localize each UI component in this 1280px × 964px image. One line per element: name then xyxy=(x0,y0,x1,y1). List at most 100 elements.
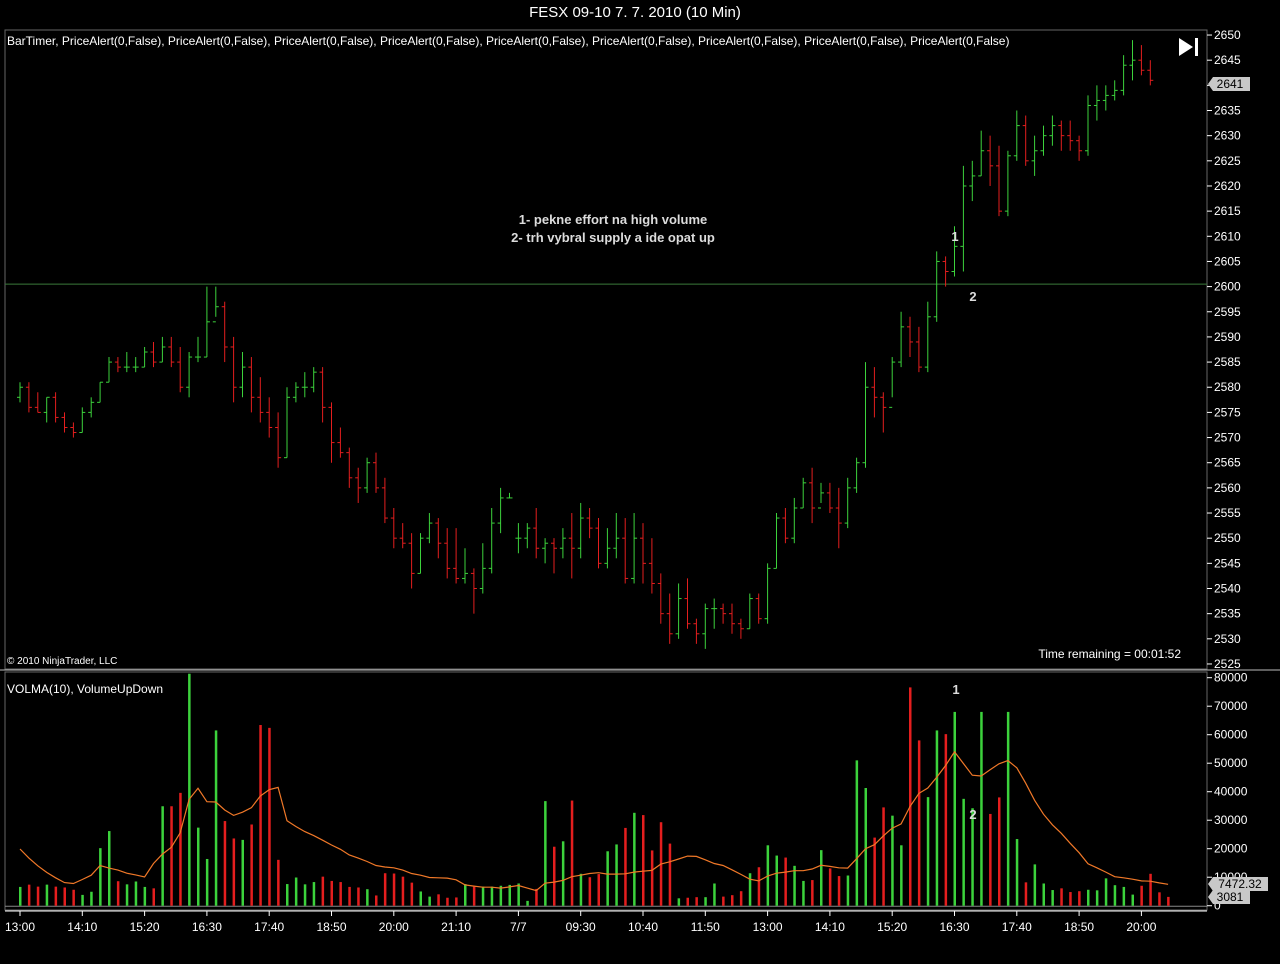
volume-bar xyxy=(855,760,859,906)
volume-tick-label: 70000 xyxy=(1214,699,1248,713)
volume-bar xyxy=(606,851,609,906)
volume-bar xyxy=(588,877,592,906)
time-remaining-label: Time remaining = 00:01:52 xyxy=(1038,647,1181,661)
volume-bar xyxy=(410,882,414,906)
price-tick-label: 2600 xyxy=(1214,280,1241,294)
volume-bar xyxy=(633,812,636,906)
volume-bar xyxy=(917,740,921,906)
volume-bar xyxy=(294,877,298,906)
indicators-label: BarTimer, PriceAlert(0,False), PriceAler… xyxy=(7,34,1009,48)
volume-bar xyxy=(499,885,503,906)
volume-bar xyxy=(1158,892,1161,906)
volume-bar xyxy=(668,843,672,906)
volume-bar xyxy=(1024,882,1028,906)
volume-panel[interactable]: 0100002000030000400005000060000700008000… xyxy=(4,671,1268,913)
copyright-label: © 2010 NinjaTrader, LLC xyxy=(7,656,117,667)
volume-bar xyxy=(330,880,333,906)
volume-bar xyxy=(27,884,31,906)
volume-bar xyxy=(1069,892,1072,906)
price-tick-label: 2545 xyxy=(1214,556,1241,570)
price-tick-label: 2605 xyxy=(1214,254,1241,268)
last-price-marker: 2641 xyxy=(1208,77,1250,91)
price-tick-label: 2570 xyxy=(1214,431,1241,445)
volume-bar xyxy=(544,801,547,906)
volume-bar xyxy=(526,900,529,906)
volume-bar xyxy=(508,884,511,906)
volume-bar xyxy=(116,881,120,906)
volume-bar xyxy=(19,886,22,906)
volume-bar xyxy=(642,815,645,906)
volume-tick-label: 40000 xyxy=(1214,785,1248,799)
volume-tick-label: 50000 xyxy=(1214,756,1248,770)
volume-bar xyxy=(455,897,458,906)
volume-tick-label: 30000 xyxy=(1214,813,1248,827)
volume-bar xyxy=(1095,890,1099,906)
price-tick-label: 2620 xyxy=(1214,179,1241,193)
price-panel[interactable]: 2525 2530 2535 2540 2545 2550 2555 2560 2565 2570… xyxy=(4,28,1250,671)
volume-bar xyxy=(713,883,716,906)
price-panel-border xyxy=(4,29,1208,670)
volume-bar xyxy=(989,813,992,906)
volume-bar xyxy=(820,850,823,906)
price-tick-label: 2635 xyxy=(1214,104,1241,118)
volume-bar xyxy=(695,897,698,906)
volume-bar xyxy=(909,687,912,906)
volume-bar xyxy=(615,844,618,906)
price-tick-label: 2650 xyxy=(1214,28,1241,42)
volume-bar xyxy=(1113,885,1117,906)
volume-bar xyxy=(837,876,841,906)
x-tick-label: 14:10 xyxy=(67,920,97,934)
volume-marker-1: 1 xyxy=(952,682,959,697)
x-tick-label: 10:40 xyxy=(628,920,658,934)
volume-bar xyxy=(99,848,102,906)
volume-bar xyxy=(882,807,885,906)
price-tick-label: 2565 xyxy=(1214,456,1241,470)
volume-bar xyxy=(802,880,805,906)
volume-bar xyxy=(321,876,325,906)
x-tick-label: 15:20 xyxy=(130,920,160,934)
chart-area[interactable]: 2525 2530 2535 2540 2545 2550 2555 2560 2565 2570… xyxy=(0,26,1280,964)
volume-bar xyxy=(686,897,689,906)
volume-bar xyxy=(926,797,930,906)
volume-bar xyxy=(143,886,147,906)
volume-bar xyxy=(570,800,574,906)
volume-bar xyxy=(1149,873,1152,906)
volume-bar xyxy=(259,725,262,906)
volume-bar xyxy=(250,824,253,906)
price-tick-label: 2575 xyxy=(1214,405,1241,419)
x-tick-label: 14:10 xyxy=(815,920,845,934)
volume-bar xyxy=(81,894,84,906)
volume-bar xyxy=(428,896,431,906)
x-tick-label: 21:10 xyxy=(441,920,471,934)
x-tick-label: 11:50 xyxy=(691,920,720,934)
volume-bar xyxy=(312,882,316,906)
volma-value-label: 7472.32 xyxy=(1218,877,1262,891)
price-tick-label: 2615 xyxy=(1214,204,1241,218)
volume-bar xyxy=(383,873,387,906)
volume-bar xyxy=(731,895,734,906)
volume-bar xyxy=(1015,839,1019,906)
volume-marker-2: 2 xyxy=(969,807,976,822)
volume-bar xyxy=(472,886,476,906)
volume-bar xyxy=(437,894,440,906)
volume-bar xyxy=(1060,888,1063,906)
x-tick-label: 17:40 xyxy=(254,920,284,934)
x-tick-label: 13:00 xyxy=(5,920,35,934)
volume-bar xyxy=(205,858,209,906)
volume-bar xyxy=(677,898,681,906)
volume-bar xyxy=(161,806,164,906)
price-tick-label: 2535 xyxy=(1214,607,1241,621)
volume-bar xyxy=(223,821,227,906)
price-marker-1: 1 xyxy=(951,229,958,244)
volume-bar xyxy=(303,884,307,906)
volume-bar xyxy=(179,792,182,906)
volume-bar xyxy=(811,880,814,906)
volume-bar xyxy=(953,711,956,906)
x-tick-label: 09:30 xyxy=(566,920,596,934)
volume-bar xyxy=(197,827,200,906)
price-tick-label: 2585 xyxy=(1214,355,1241,369)
volume-bar xyxy=(998,797,1001,906)
volume-bar xyxy=(1167,896,1170,906)
volume-bar xyxy=(188,673,191,906)
price-tick-label: 2610 xyxy=(1214,229,1241,243)
